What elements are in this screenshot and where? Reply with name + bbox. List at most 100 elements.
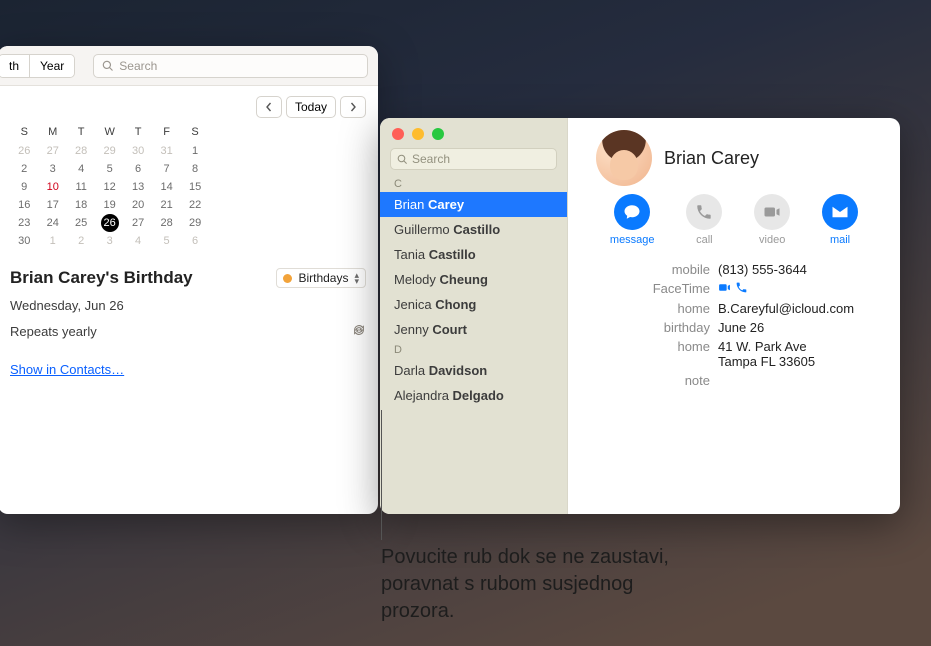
calendar-picker[interactable]: Birthdays ▴▾	[276, 268, 366, 288]
calendar-day[interactable]: 29	[95, 142, 123, 160]
contact-list-item[interactable]: Melody Cheung	[380, 267, 567, 292]
calendar-day[interactable]: 4	[67, 160, 95, 178]
calendar-day[interactable]: 31	[152, 142, 180, 160]
contact-list-item[interactable]: Tania Castillo	[380, 242, 567, 267]
window-controls[interactable]	[380, 118, 567, 146]
callout-text: Povucite rub dok se ne zaustavi, poravna…	[381, 544, 711, 625]
calendar-day[interactable]: 28	[67, 142, 95, 160]
calendar-day[interactable]: 1	[38, 232, 66, 250]
mini-month-grid[interactable]: SMTWTFS 26272829303112345678910111213141…	[10, 124, 209, 250]
view-segmented-control[interactable]: th Year	[0, 54, 75, 78]
tab-month[interactable]: th	[0, 55, 29, 77]
field-value[interactable]: B.Careyful@icloud.com	[718, 301, 882, 316]
calendar-day[interactable]: 10	[38, 178, 66, 196]
dow-header: S	[10, 124, 38, 142]
contact-list-item[interactable]: Brian Carey	[380, 192, 567, 217]
calendar-day[interactable]: 3	[38, 160, 66, 178]
contacts-sidebar: Search CBrian CareyGuillermo CastilloTan…	[380, 118, 568, 514]
field-value[interactable]	[718, 281, 882, 297]
calendar-day[interactable]: 25	[67, 214, 95, 232]
minimize-window-button[interactable]	[412, 128, 424, 140]
calendar-day[interactable]: 2	[10, 160, 38, 178]
calendar-day[interactable]: 15	[181, 178, 210, 196]
calendar-day[interactable]: 23	[10, 214, 38, 232]
calendar-day[interactable]: 11	[67, 178, 95, 196]
event-title: Brian Carey's Birthday	[10, 268, 268, 288]
field-value[interactable]: June 26	[718, 320, 882, 335]
video-action[interactable]: video	[754, 194, 790, 246]
calendar-day[interactable]: 4	[124, 232, 152, 250]
mail-action[interactable]: mail	[822, 194, 858, 246]
calendar-day[interactable]: 8	[181, 160, 210, 178]
calendar-day[interactable]: 27	[124, 214, 152, 232]
chevron-right-icon	[348, 102, 358, 112]
contact-list-item[interactable]: Alejandra Delgado	[380, 383, 567, 408]
event-inspector: Brian Carey's Birthday Birthdays ▴▾ Wedn…	[10, 268, 366, 377]
contact-field: homeB.Careyful@icloud.com	[586, 299, 882, 318]
search-icon	[102, 60, 114, 72]
calendar-day[interactable]: 1	[181, 142, 210, 160]
prev-button[interactable]	[256, 96, 282, 118]
calendar-day[interactable]: 6	[124, 160, 152, 178]
call-action[interactable]: call	[686, 194, 722, 246]
field-value[interactable]: 41 W. Park AveTampa FL 33605	[718, 339, 882, 369]
calendar-day[interactable]: 30	[10, 232, 38, 250]
zoom-window-button[interactable]	[432, 128, 444, 140]
avatar[interactable]	[596, 130, 652, 186]
calendar-day[interactable]: 26	[10, 142, 38, 160]
calendar-day[interactable]: 22	[181, 196, 210, 214]
dow-header: T	[124, 124, 152, 142]
phone-icon	[695, 203, 713, 221]
facetime-video-icon[interactable]	[718, 281, 731, 294]
show-in-contacts-link[interactable]: Show in Contacts…	[10, 362, 124, 377]
contact-list-item[interactable]: Guillermo Castillo	[380, 217, 567, 242]
calendar-day[interactable]: 13	[124, 178, 152, 196]
contacts-search-input[interactable]: Search	[390, 148, 557, 170]
calendar-day[interactable]: 21	[152, 196, 180, 214]
next-button[interactable]	[340, 96, 366, 118]
video-icon	[763, 203, 781, 221]
calendar-day[interactable]: 20	[124, 196, 152, 214]
message-action[interactable]: message	[610, 194, 655, 246]
facetime-audio-icon[interactable]	[735, 281, 748, 294]
repeat-icon	[352, 323, 366, 340]
stepper-icon: ▴▾	[354, 272, 359, 284]
calendar-day[interactable]: 28	[152, 214, 180, 232]
video-label: video	[759, 234, 785, 246]
calendar-day[interactable]: 26	[95, 214, 123, 232]
calendar-day[interactable]: 9	[10, 178, 38, 196]
contact-fields: mobile(813) 555-3644FaceTimehomeB.Careyf…	[586, 260, 882, 390]
calendar-day[interactable]: 5	[152, 232, 180, 250]
calendar-day[interactable]: 14	[152, 178, 180, 196]
calendar-day[interactable]: 12	[95, 178, 123, 196]
calendar-day[interactable]: 19	[95, 196, 123, 214]
calendar-day[interactable]: 2	[67, 232, 95, 250]
calendar-day[interactable]: 5	[95, 160, 123, 178]
dow-header: S	[181, 124, 210, 142]
calendar-day[interactable]: 29	[181, 214, 210, 232]
section-letter: C	[380, 176, 567, 192]
calendar-day[interactable]: 27	[38, 142, 66, 160]
field-label: note	[586, 373, 710, 388]
contact-list-item[interactable]: Darla Davidson	[380, 358, 567, 383]
tab-year[interactable]: Year	[30, 55, 74, 77]
calendar-day[interactable]: 17	[38, 196, 66, 214]
contact-field: note	[586, 371, 882, 390]
field-value[interactable]: (813) 555-3644	[718, 262, 882, 277]
calendar-day[interactable]: 30	[124, 142, 152, 160]
calendar-day[interactable]: 24	[38, 214, 66, 232]
contact-field: mobile(813) 555-3644	[586, 260, 882, 279]
today-button[interactable]: Today	[286, 96, 336, 118]
calendar-day[interactable]: 7	[152, 160, 180, 178]
search-icon	[397, 154, 408, 165]
contact-list-item[interactable]: Jenny Court	[380, 317, 567, 342]
calendar-day[interactable]: 18	[67, 196, 95, 214]
calendar-search-input[interactable]: Search	[93, 54, 368, 78]
close-window-button[interactable]	[392, 128, 404, 140]
calendar-day[interactable]: 3	[95, 232, 123, 250]
calendar-day[interactable]: 6	[181, 232, 210, 250]
calendar-day[interactable]: 16	[10, 196, 38, 214]
contact-field: birthdayJune 26	[586, 318, 882, 337]
contact-list-item[interactable]: Jenica Chong	[380, 292, 567, 317]
event-repeat: Repeats yearly	[10, 324, 97, 339]
